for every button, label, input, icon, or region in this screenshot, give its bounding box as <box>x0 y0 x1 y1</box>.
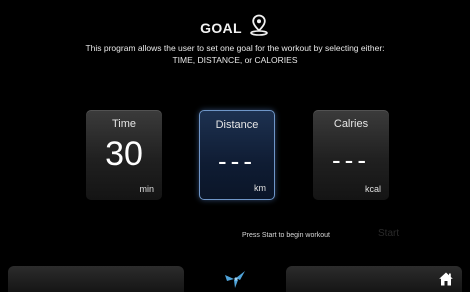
time-label: Time <box>111 118 137 130</box>
page-title: GOAL <box>200 20 242 36</box>
title-row: GOAL <box>0 14 470 36</box>
bottom-bar-left-segment <box>8 266 184 292</box>
time-unit: min <box>139 184 154 194</box>
goal-screen: GOAL This program allows the user to set… <box>0 0 470 292</box>
distance-label: Distance <box>215 119 259 131</box>
bottom-bar <box>0 264 470 292</box>
start-button[interactable]: Start <box>378 228 399 239</box>
time-goal-card[interactable]: Time 30 min <box>86 110 162 200</box>
home-icon[interactable] <box>438 271 454 287</box>
header: GOAL This program allows the user to set… <box>0 14 470 66</box>
calories-label: Calries <box>333 118 369 130</box>
goal-description: This program allows the user to set one … <box>85 43 385 65</box>
distance-goal-card[interactable]: Distance --- km <box>199 110 275 200</box>
calories-value: --- <box>332 145 370 175</box>
distance-unit: km <box>254 183 266 193</box>
distance-value: --- <box>218 146 256 176</box>
brand-logo-icon <box>225 271 245 288</box>
time-value: 30 <box>105 135 143 173</box>
map-pin-icon <box>250 14 268 36</box>
calories-goal-card[interactable]: Calries --- kcal <box>313 110 389 200</box>
calories-unit: kcal <box>364 184 381 194</box>
bottom-bar-right-segment <box>286 266 462 292</box>
start-prompt: Press Start to begin workout <box>242 232 330 239</box>
